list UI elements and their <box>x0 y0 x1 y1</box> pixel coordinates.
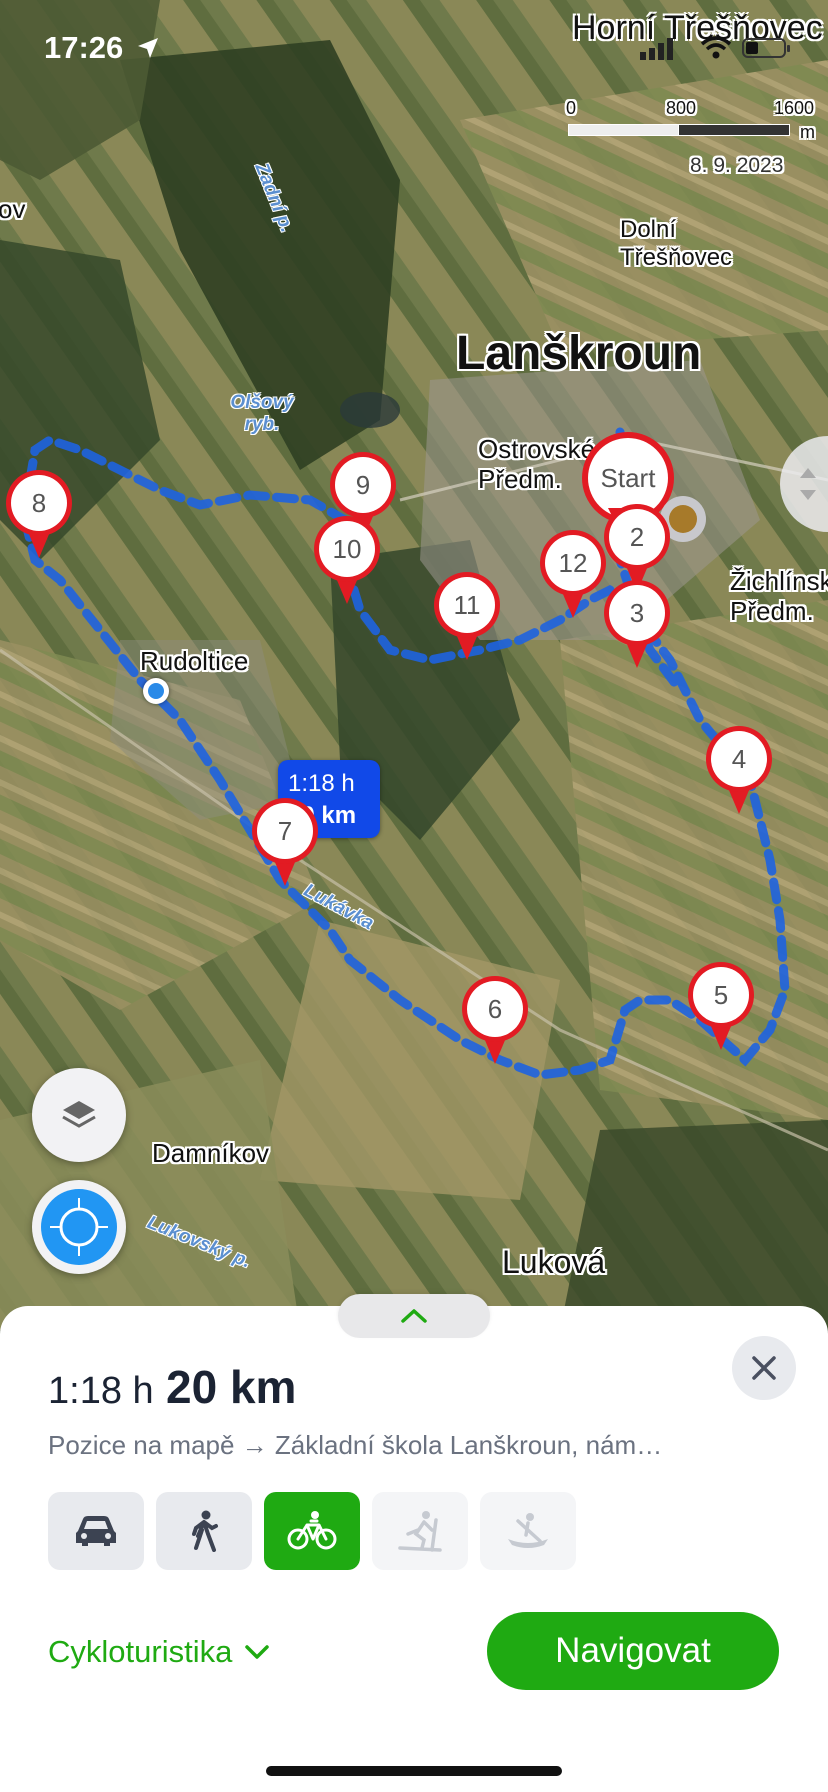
canoe-icon <box>508 1513 548 1548</box>
mode-car-button[interactable] <box>48 1492 144 1570</box>
route-distance: 20 km <box>166 1361 297 1413</box>
waypoint-5[interactable]: 5 <box>688 962 754 1050</box>
close-button[interactable] <box>732 1336 796 1400</box>
compass-icon <box>41 1189 117 1265</box>
layers-icon <box>62 1101 96 1128</box>
place-label-dolni: Dolní Třešňovec <box>620 216 733 271</box>
profile-dropdown[interactable]: Cykloturistika <box>48 1632 270 1672</box>
location-arrow-icon <box>138 38 158 58</box>
route-endpoints: Pozice na mapě → Základní škola Lanškrou… <box>48 1430 663 1460</box>
waypoint-10[interactable]: 10 <box>314 516 380 604</box>
current-location-dot <box>143 678 169 704</box>
place-label-lanskroun: Lanškroun <box>456 327 702 380</box>
signal-icon <box>640 38 673 60</box>
ski-icon <box>398 1511 442 1552</box>
scale-bar: 0 800 1600 m <box>566 98 816 142</box>
waypoint-11[interactable]: 11 <box>434 572 500 660</box>
scale-unit: m <box>800 122 815 142</box>
battery-icon <box>742 38 790 58</box>
status-bar: 17:26 <box>0 0 828 90</box>
place-label-damnikov: Damníkov <box>152 1138 270 1168</box>
sheet-handle[interactable] <box>338 1294 490 1338</box>
route-badge-time: 1:18 h <box>288 770 355 797</box>
route-duration: 1:18 h <box>48 1370 154 1412</box>
scale-label-800: 800 <box>666 98 697 118</box>
mode-canoe-button[interactable] <box>480 1492 576 1570</box>
imagery-date: 8. 9. 2023 <box>690 154 784 177</box>
waypoint-7[interactable]: 7 <box>252 798 318 886</box>
waypoint-12[interactable]: 12 <box>540 530 606 618</box>
navigate-button[interactable]: Navigovat <box>487 1612 779 1690</box>
waypoint-4[interactable]: 4 <box>706 726 772 814</box>
mode-ski-button[interactable] <box>372 1492 468 1570</box>
place-label-zichlinske: Žichlínské Předm. <box>730 566 828 626</box>
compass-button[interactable] <box>32 1180 126 1274</box>
car-icon <box>76 1516 116 1546</box>
layers-button[interactable] <box>32 1068 126 1162</box>
waypoint-8[interactable]: 8 <box>6 470 72 558</box>
place-label-rudoltice: Rudoltice <box>140 646 249 676</box>
chevron-up-icon <box>401 1309 427 1323</box>
map-view[interactable]: Horní Třešňovec 0 800 1600 m 8. 9. 2023 … <box>0 0 828 1330</box>
waypoint-2[interactable]: 2 <box>604 504 670 592</box>
profile-label: Cykloturistika <box>48 1634 233 1669</box>
wifi-icon <box>700 36 732 59</box>
status-time: 17:26 <box>44 30 124 65</box>
home-indicator <box>266 1766 562 1776</box>
scale-label-0: 0 <box>566 98 577 118</box>
water-label-olsovy: Olšový ryb. <box>230 392 294 435</box>
walk-icon <box>192 1510 218 1552</box>
bike-icon <box>287 1511 337 1550</box>
waypoint-3[interactable]: 3 <box>604 580 670 668</box>
place-label-edge: ov <box>0 194 26 224</box>
waypoint-6[interactable]: 6 <box>462 976 528 1064</box>
navigate-label: Navigovat <box>555 1631 711 1670</box>
scale-label-1600: 1600 <box>774 98 815 118</box>
close-icon <box>752 1356 776 1380</box>
mode-walk-button[interactable] <box>156 1492 252 1570</box>
mode-bike-button[interactable] <box>264 1492 360 1570</box>
satellite-imagery <box>0 0 828 1330</box>
zoom-arrows-icon <box>800 468 816 500</box>
chevron-down-icon <box>245 1645 270 1659</box>
place-label-lukova: Luková <box>502 1244 606 1280</box>
